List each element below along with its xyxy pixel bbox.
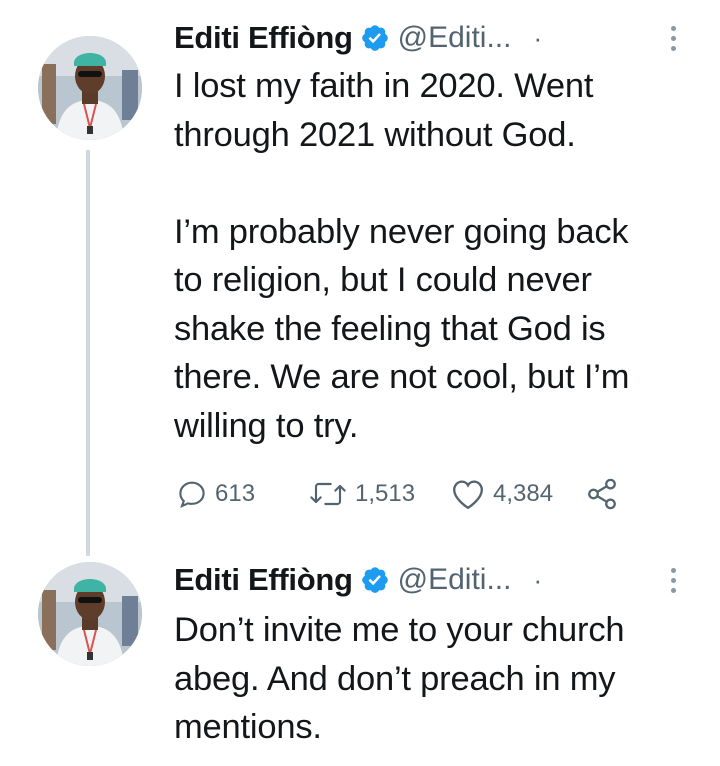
like-icon (453, 480, 483, 510)
tweet-header: Editi Effiòng @Editi... · (174, 18, 542, 58)
reply-count: 613 (215, 480, 256, 507)
author-handle[interactable]: @Editi... (398, 21, 512, 55)
like-button[interactable]: 4,384 (450, 472, 553, 516)
retweet-count: 1,513 (355, 480, 416, 507)
more-options-icon[interactable] (665, 560, 681, 600)
author-name[interactable]: Editi Effiòng (174, 20, 353, 56)
like-count: 4,384 (493, 480, 554, 507)
tweet-actions: 613 1,513 4,384 (174, 472, 634, 516)
more-options-icon[interactable] (665, 18, 681, 58)
author-handle[interactable]: @Editi... (398, 563, 512, 597)
tweet-text: Don’t invite me to your church abeg. And… (174, 611, 625, 746)
retweet-button[interactable]: 1,513 (308, 472, 415, 516)
separator-dot: · (533, 564, 543, 595)
tweet[interactable]: Editi Effiòng @Editi... · Don’t invite m… (0, 560, 720, 766)
separator-dot: · (533, 22, 543, 53)
avatar-photo (38, 36, 142, 140)
avatar[interactable] (38, 36, 142, 140)
avatar-photo (38, 562, 142, 666)
tweet-header: Editi Effiòng @Editi... · (174, 560, 542, 600)
tweet[interactable]: Editi Effiòng @Editi... · I lost my fait… (0, 0, 720, 560)
share-button[interactable] (584, 472, 620, 516)
tweet-text: I lost my faith in 2020. Went through 20… (174, 67, 630, 445)
retweet-icon (310, 482, 346, 506)
reply-button[interactable]: 613 (176, 472, 255, 516)
author-name[interactable]: Editi Effiòng (174, 562, 353, 598)
share-icon (588, 478, 616, 510)
verified-badge-icon (361, 25, 388, 51)
avatar[interactable] (38, 562, 142, 666)
verified-badge-icon (361, 567, 388, 593)
reply-icon (179, 481, 205, 508)
